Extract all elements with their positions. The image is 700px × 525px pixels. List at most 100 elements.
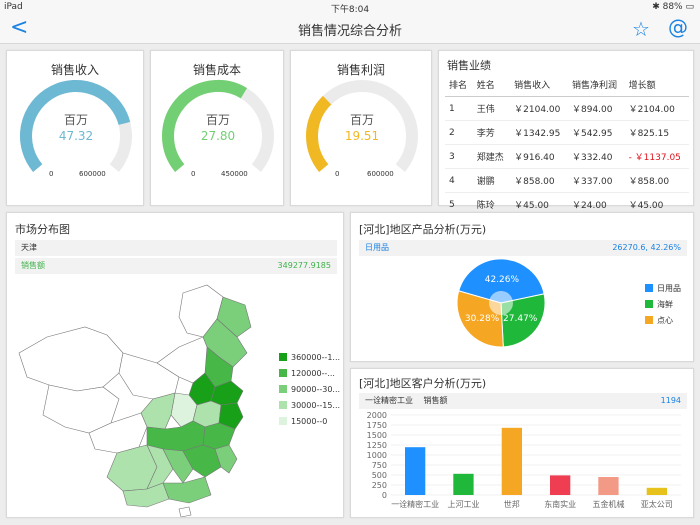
y-tick-label: 1250: [367, 441, 387, 450]
cell-growth: ￥858.00: [624, 168, 689, 193]
legend-label: 120000--...: [291, 369, 335, 378]
cell-revenue: ￥916.40: [510, 144, 568, 169]
bar-selection-bar: 一诠精密工业 销售额 1194: [359, 393, 687, 409]
map-province[interactable]: [178, 506, 192, 517]
y-tick-label: 1000: [367, 451, 387, 460]
legend-swatch: [279, 417, 287, 425]
cell-revenue: ￥2104.00: [510, 96, 568, 121]
y-tick-label: 1750: [367, 421, 387, 430]
gauge-unit: 百万: [350, 113, 374, 127]
map-title: 市场分布图: [15, 223, 70, 236]
map-legend-item[interactable]: 360000--1...: [279, 353, 340, 362]
map-legend-item[interactable]: 15000--0: [279, 417, 340, 426]
gauge-value: 19.51: [345, 129, 379, 143]
gauge-min: 0: [191, 170, 195, 178]
cell-name: 谢鹏: [472, 168, 511, 193]
map-region-bar: 天津: [15, 240, 337, 256]
bar-selected-value: 1194: [660, 396, 681, 405]
legend-label: 海鲜: [657, 300, 673, 309]
gauge-value: 27.80: [201, 129, 235, 143]
legend-swatch: [279, 353, 287, 361]
navigation-bar: < 销售情况综合分析 ☆ @: [0, 14, 700, 44]
legend-swatch: [279, 369, 287, 377]
cell-name: 郑建杰: [472, 144, 511, 169]
x-tick-label: 亚太公司: [641, 499, 673, 509]
x-tick-label: 上河工业: [448, 499, 480, 509]
gauge-fill: [162, 80, 247, 172]
pie-slice-label: 30.28%: [465, 314, 500, 324]
table-row[interactable]: 2 李芳 ￥1342.95 ￥542.95 ￥825.15: [445, 120, 689, 145]
gauge-card-cost[interactable]: 销售成本 百万 27.80 0 450000: [150, 50, 284, 206]
table-row[interactable]: 1 王伟 ￥2104.00 ￥894.00 ￥2104.00: [445, 96, 689, 121]
y-tick-label: 1500: [367, 431, 387, 440]
pie-legend: 日用品 海鲜 点心: [645, 283, 681, 326]
pie-legend-item[interactable]: 点心: [645, 315, 681, 326]
bar[interactable]: [550, 475, 571, 495]
legend-label: 15000--0: [291, 417, 328, 426]
pie-chart-title: [河北]地区产品分析(万元): [359, 223, 487, 236]
gauge-max: 450000: [221, 170, 248, 178]
y-tick-label: 0: [382, 491, 387, 500]
legend-swatch: [645, 300, 653, 308]
map-province[interactable]: [140, 392, 176, 430]
y-tick-label: 2000: [367, 411, 387, 420]
bar[interactable]: [405, 447, 426, 495]
gauge-card-revenue[interactable]: 销售收入 百万 47.32 0 600000: [6, 50, 144, 206]
map-region: 天津: [21, 243, 37, 252]
cell-rank: 4: [445, 168, 473, 193]
gauge-unit: 百万: [64, 113, 88, 127]
bar-chart-title: [河北]地区客户分析(万元): [359, 377, 487, 390]
col-revenue: 销售收入: [510, 73, 568, 97]
gauge-value: 47.32: [59, 129, 93, 143]
legend-swatch: [645, 284, 653, 292]
table-row[interactable]: 4 谢鹏 ￥858.00 ￥337.00 ￥858.00: [445, 168, 689, 193]
legend-label: 30000--15...: [291, 401, 341, 410]
y-tick-label: 500: [372, 471, 387, 480]
table-row[interactable]: 3 郑建杰 ￥916.40 ￥332.40 - ￥1137.05: [445, 144, 689, 169]
map-province[interactable]: [18, 326, 124, 392]
product-pie-chart: 42.26% 27.47%30.28%: [456, 258, 546, 348]
cell-name: 王伟: [472, 96, 511, 121]
pie-center-highlight: [489, 291, 513, 315]
gauge-card-profit[interactable]: 销售利润 百万 19.51 0 600000: [290, 50, 432, 206]
pie-legend-item[interactable]: 日用品: [645, 283, 681, 294]
page-title: 销售情况综合分析: [297, 24, 402, 39]
cell-profit: ￥894.00: [568, 96, 625, 121]
col-profit: 销售净利润: [568, 73, 625, 97]
bar[interactable]: [453, 473, 474, 495]
col-growth: 增长额: [624, 73, 689, 97]
battery-level: 88%: [662, 2, 683, 12]
battery-indicator: ✱ 88% ▭: [652, 2, 694, 12]
sales-performance-card: 销售业绩 排名 姓名 销售收入 销售净利润 增长额 1 王伟 ￥2104.00 …: [438, 50, 694, 217]
map-legend-item[interactable]: 120000--...: [279, 369, 340, 378]
map-province[interactable]: [162, 476, 212, 504]
gauge-max: 600000: [367, 170, 394, 178]
cell-growth: - ￥1137.05: [624, 144, 689, 169]
col-rank: 排名: [445, 73, 473, 97]
gauge-fill: [20, 80, 131, 172]
legend-swatch: [279, 385, 287, 393]
map-metric-label: 销售额: [21, 261, 45, 270]
star-icon[interactable]: ☆: [632, 17, 650, 41]
at-icon[interactable]: @: [668, 15, 688, 39]
bar[interactable]: [646, 487, 667, 495]
map-legend-item[interactable]: 90000--30...: [279, 385, 340, 394]
legend-swatch: [279, 401, 287, 409]
col-name: 姓名: [472, 73, 511, 97]
pie-legend-item[interactable]: 海鲜: [645, 299, 681, 310]
bar[interactable]: [501, 427, 522, 495]
map-metric-value: 349277.9185: [277, 261, 331, 270]
cell-rank: 1: [445, 96, 473, 121]
pie-selected-label: 日用品: [365, 243, 389, 252]
bar-metric-label: 销售额: [423, 396, 448, 405]
map-province[interactable]: [202, 422, 236, 450]
x-tick-label: 一诠精密工业: [391, 499, 439, 509]
map-legend-item[interactable]: 30000--15...: [279, 401, 340, 410]
pie-slice-label: 42.26%: [485, 275, 520, 285]
bar[interactable]: [598, 477, 619, 495]
status-bar: iPad 下午8:04 ✱ 88% ▭: [0, 0, 700, 15]
gauge-fill: [306, 95, 332, 172]
customer-bar-chart: 025050075010001250150017502000 一诠精密工业 上河工业…: [367, 411, 681, 509]
gauge-revenue: 百万 47.32 0 600000: [20, 80, 132, 178]
cell-growth: ￥2104.00: [624, 96, 689, 121]
